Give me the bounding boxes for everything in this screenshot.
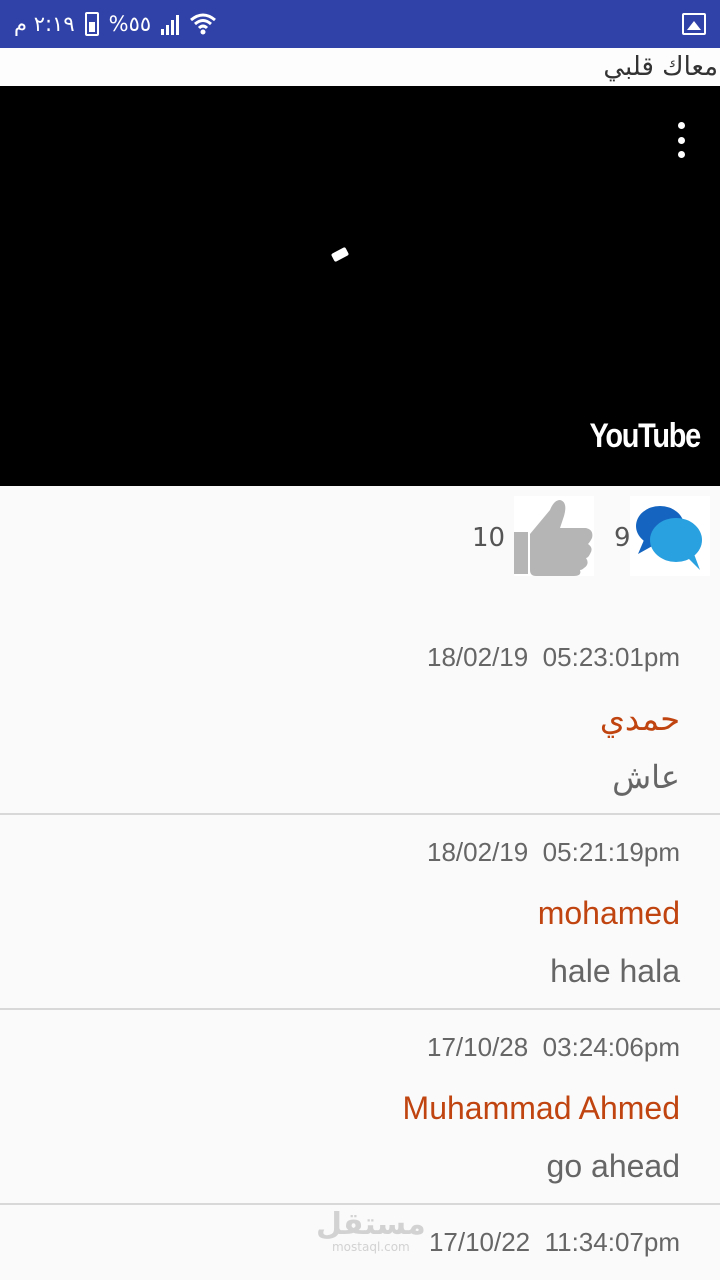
comment-author[interactable]: Muhammad Ahmed <box>403 1090 680 1127</box>
watermark-sub: mostaql.com <box>331 1240 410 1254</box>
comment-author[interactable]: حمدي <box>600 700 680 738</box>
watermark-main: مستقل <box>316 1207 426 1242</box>
comment-text: hale hala <box>550 953 680 989</box>
like-count: 10 <box>472 523 506 553</box>
comment-time: 17/10/22 11:34:07pm <box>428 1227 680 1257</box>
comment-text: عاش <box>612 759 680 795</box>
comment-text: go ahead <box>546 1148 680 1184</box>
page-title: معاك قلبي <box>603 52 718 82</box>
thumbs-up-icon <box>514 500 593 576</box>
reactions-bar: 10 9 <box>0 496 720 576</box>
status-bar: ٢:١٩ م %٥٥ <box>0 0 720 48</box>
comment-time: 17/10/28 03:24:06pm <box>427 1032 680 1062</box>
youtube-logo[interactable]: YouTube <box>590 417 702 456</box>
video-player[interactable]: YouTube <box>0 86 720 486</box>
comment-item: 18/02/19 05:21:19pm mohamed hale hala <box>0 815 720 1010</box>
loading-spinner-icon <box>330 246 350 263</box>
signal-icon <box>161 13 180 35</box>
comment-time: 18/02/19 05:21:19pm <box>427 837 680 867</box>
comment-time: 18/02/19 05:23:01pm <box>427 642 680 672</box>
gallery-icon[interactable] <box>682 13 706 35</box>
battery-level: %٥٥ <box>108 12 152 36</box>
more-options-icon[interactable] <box>676 122 686 158</box>
watermark-logo: مستقل mostaql.com <box>316 1207 426 1255</box>
wifi-icon <box>190 13 217 35</box>
comment-author[interactable]: mohamed <box>538 895 680 932</box>
comment-item: 17/10/28 03:24:06pm Muhammad Ahmed go ah… <box>0 1010 720 1205</box>
comment-item: 18/02/19 05:23:01pm حمدي عاش <box>0 620 720 815</box>
chat-bubbles-icon <box>636 506 702 570</box>
status-left: ٢:١٩ م %٥٥ <box>14 12 217 36</box>
like-button[interactable] <box>514 496 594 576</box>
comments-button[interactable] <box>630 496 710 576</box>
title-bar: معاك قلبي <box>0 48 720 86</box>
comment-count: 9 <box>614 523 631 553</box>
status-time: ٢:١٩ م <box>14 12 75 36</box>
battery-icon <box>84 12 99 36</box>
